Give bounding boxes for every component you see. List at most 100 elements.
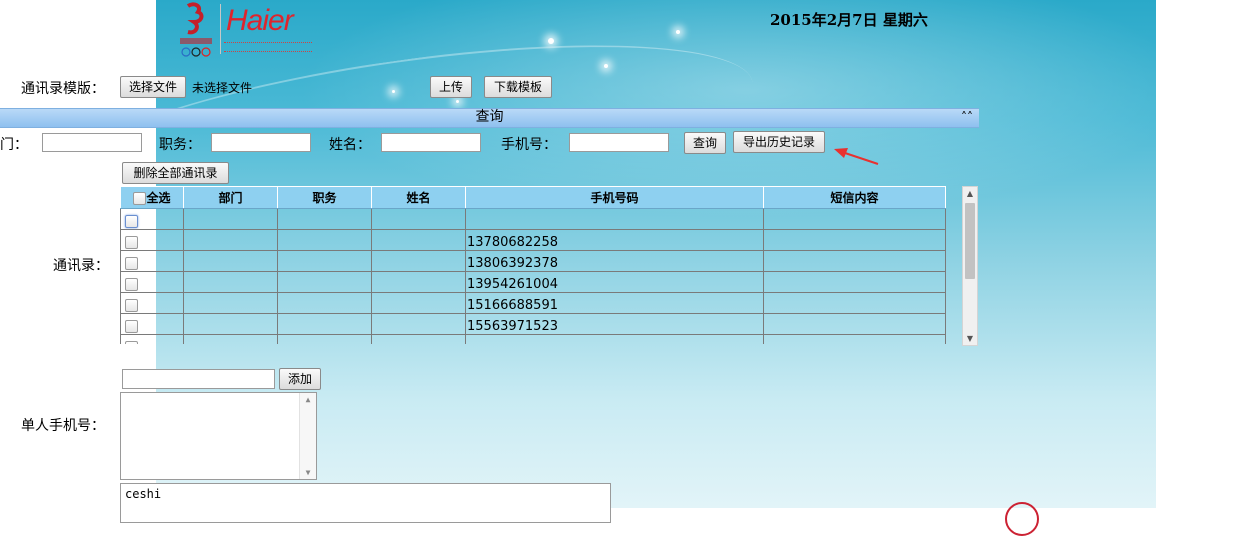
row-checkbox[interactable] <box>125 299 138 312</box>
query-section-bar[interactable]: 查询 ˄˄ <box>0 108 979 128</box>
phone-label: 手机号： <box>501 137 557 153</box>
current-date: 2015年2月7日 星期六 <box>770 11 928 29</box>
single-phone-list-scrollbar[interactable]: ▲ ▼ <box>299 393 316 479</box>
position-cell <box>277 208 372 230</box>
position-cell <box>277 271 372 293</box>
contacts-scrollbar[interactable]: ▲ ▼ <box>962 186 978 346</box>
delete-all-contacts-button[interactable]: 删除全部通讯录 <box>122 162 229 184</box>
name-label: 姓名： <box>329 137 371 153</box>
column-header-sms: 短信内容 <box>763 186 946 209</box>
department-input[interactable] <box>42 133 142 152</box>
annotation-arrow-icon <box>834 148 879 165</box>
select-all-header[interactable]: 全选 <box>120 186 184 209</box>
column-header-phone: 手机号码 <box>465 186 764 209</box>
table-header-row: 全选 部门 职务 姓名 手机号码 短信内容 <box>120 186 946 209</box>
phone-cell: 13780682258 <box>465 229 764 251</box>
phone-input[interactable] <box>569 133 669 152</box>
column-header-department: 部门 <box>183 186 278 209</box>
row-select-cell[interactable] <box>120 229 184 251</box>
row-checkbox[interactable] <box>125 341 138 344</box>
scroll-down-icon[interactable]: ▼ <box>963 334 977 343</box>
template-label: 通讯录模版： <box>21 81 105 97</box>
table-row[interactable]: 13806392378 <box>120 250 946 272</box>
export-history-button[interactable]: 导出历史记录 <box>733 131 825 153</box>
table-row[interactable]: 13954261004 <box>120 271 946 293</box>
row-select-cell[interactable] <box>120 334 184 344</box>
download-template-button[interactable]: 下载模板 <box>484 76 552 98</box>
column-header-name: 姓名 <box>371 186 466 209</box>
logo-tagline <box>224 42 312 52</box>
phone-cell: 13806392378 <box>465 250 764 272</box>
table-row[interactable] <box>120 208 946 230</box>
phone-cell <box>465 334 764 344</box>
position-cell <box>277 313 372 335</box>
department-label: 部门： <box>0 137 28 153</box>
add-button[interactable]: 添加 <box>279 368 321 390</box>
single-phone-label: 单人手机号： <box>21 418 105 434</box>
single-phone-input[interactable] <box>122 369 275 389</box>
phone-cell: 15166688591 <box>465 292 764 314</box>
table-row[interactable]: 13780682258 <box>120 229 946 251</box>
position-cell <box>277 292 372 314</box>
department-cell <box>183 292 278 314</box>
name-cell <box>371 334 466 344</box>
scrollbar-thumb[interactable] <box>965 203 975 279</box>
name-cell <box>371 208 466 230</box>
row-checkbox[interactable] <box>125 257 138 270</box>
name-cell <box>371 313 466 335</box>
no-file-text: 未选择文件 <box>192 81 253 95</box>
beijing-2008-emblem-icon <box>180 2 212 57</box>
row-checkbox[interactable] <box>125 236 138 249</box>
message-content-textarea[interactable]: ceshi <box>120 483 611 523</box>
table-row[interactable]: 15166688591 <box>120 292 946 314</box>
scroll-down-icon[interactable]: ▼ <box>300 468 316 477</box>
row-checkbox[interactable] <box>125 278 138 291</box>
logo-wordmark: Haier <box>226 4 294 37</box>
search-button[interactable]: 查询 <box>684 132 726 154</box>
sms-cell <box>763 334 946 344</box>
sms-cell <box>763 292 946 314</box>
row-select-cell[interactable] <box>120 292 184 314</box>
contacts-label: 通讯录： <box>53 258 109 274</box>
table-row[interactable] <box>120 334 946 344</box>
department-cell <box>183 334 278 344</box>
single-phone-list[interactable]: ▲ ▼ <box>120 392 317 480</box>
row-select-cell[interactable] <box>120 208 184 230</box>
row-checkbox[interactable] <box>125 320 138 333</box>
column-header-position: 职务 <box>277 186 372 209</box>
phone-cell: 13954261004 <box>465 271 764 293</box>
sms-cell <box>763 208 946 230</box>
select-all-checkbox[interactable] <box>133 192 147 205</box>
position-cell <box>277 229 372 251</box>
query-bar-title: 查询 <box>475 109 504 125</box>
scroll-up-icon[interactable]: ▲ <box>300 395 316 404</box>
choose-file-button[interactable]: 选择文件 <box>120 76 186 98</box>
sms-cell <box>763 250 946 272</box>
phone-cell: 15563971523 <box>465 313 764 335</box>
name-cell <box>371 229 466 251</box>
haier-logo: Haier <box>168 0 318 62</box>
position-label: 职务： <box>159 137 201 153</box>
name-input[interactable] <box>381 133 481 152</box>
scroll-up-icon[interactable]: ▲ <box>963 189 977 198</box>
message-content-text: ceshi <box>125 487 162 501</box>
table-row[interactable]: 15563971523 <box>120 313 946 335</box>
row-select-cell[interactable] <box>120 271 184 293</box>
position-input[interactable] <box>211 133 311 152</box>
department-cell <box>183 229 278 251</box>
name-cell <box>371 292 466 314</box>
row-select-cell[interactable] <box>120 313 184 335</box>
collapse-chevron-icon[interactable]: ˄˄ <box>961 109 973 126</box>
position-cell <box>277 334 372 344</box>
sms-cell <box>763 229 946 251</box>
sms-cell <box>763 313 946 335</box>
row-checkbox[interactable] <box>125 215 138 228</box>
department-cell <box>183 250 278 272</box>
partial-seal-icon <box>1005 502 1039 536</box>
department-cell <box>183 271 278 293</box>
name-cell <box>371 250 466 272</box>
row-select-cell[interactable] <box>120 250 184 272</box>
contacts-table: 全选 部门 职务 姓名 手机号码 短信内容 13780682258 138063… <box>120 186 946 344</box>
logo-divider <box>220 4 221 54</box>
upload-button[interactable]: 上传 <box>430 76 472 98</box>
